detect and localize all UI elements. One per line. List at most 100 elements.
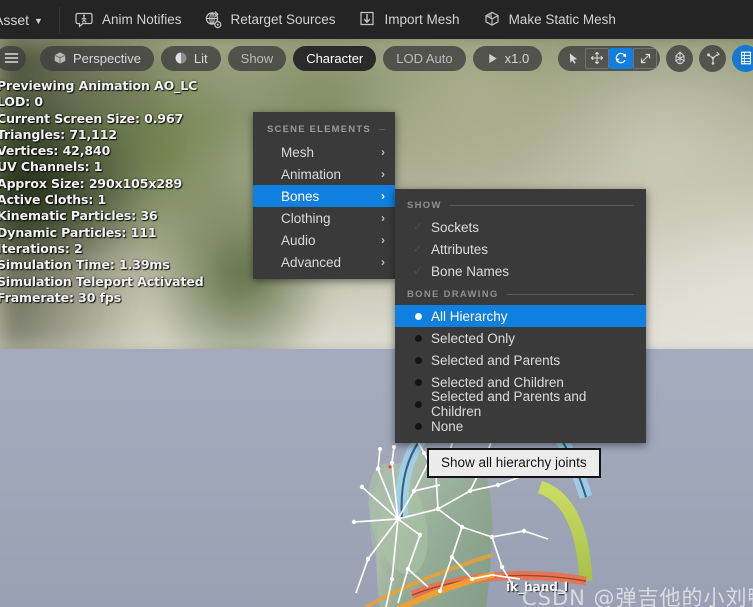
submenu-item-label: Selected and Parents and Children	[431, 389, 587, 419]
stat-line: Kinematic Particles: 36	[0, 208, 158, 224]
stat-line: Framerate: 30 fps	[0, 289, 122, 305]
chevron-right-icon: ›	[381, 211, 385, 225]
stat-line: Simulation Time: 1.39ms	[0, 257, 170, 273]
submenu-item-selected-only[interactable]: Selected Only	[395, 327, 646, 349]
menu-item-bones[interactable]: Bones ›	[253, 185, 395, 207]
submenu-item-all-hierarchy[interactable]: All Hierarchy	[395, 305, 646, 327]
submenu-item-label: Selected and Children	[431, 374, 564, 390]
stat-line: Iterations: 2	[0, 240, 83, 256]
bone-drawing-section-header: BONE DRAWING	[395, 282, 646, 305]
select-cursor-tool-icon[interactable]	[561, 48, 585, 69]
stat-line: Active Cloths: 1	[0, 192, 107, 208]
menu-item-animation[interactable]: Animation ›	[253, 163, 395, 185]
menu-item-audio[interactable]: Audio ›	[253, 229, 395, 251]
viewport-show-label: Show	[240, 50, 274, 66]
asset-menu-button[interactable]: Asset ▼	[0, 0, 57, 39]
menu-item-label: Mesh	[281, 144, 315, 160]
submenu-item-label: None	[431, 418, 464, 434]
bones-submenu: SHOW ✓ Sockets ✓ Attributes ✓ Bone Names…	[395, 189, 646, 443]
radio-icon	[407, 356, 429, 364]
menu-item-label: Animation	[281, 166, 342, 182]
move-translate-tool-icon[interactable]	[585, 47, 609, 69]
checkmark-icon: ✓	[412, 219, 424, 234]
anim-notifies-icon	[75, 10, 95, 30]
viewport-character-button[interactable]: Character	[293, 45, 377, 71]
stat-line: Dynamic Particles: 111	[0, 224, 157, 240]
section-divider	[449, 205, 634, 206]
radio-icon	[407, 312, 429, 320]
viewport-toolbar: Perspective Lit Show Character LOD Auto …	[0, 39, 753, 77]
menu-item-advanced[interactable]: Advanced ›	[253, 251, 395, 273]
asset-menu-label: Asset	[0, 11, 30, 28]
stat-line: LOD: 0	[0, 94, 43, 110]
scene-elements-section-label: SCENE ELEMENTS	[267, 124, 371, 135]
import-mesh-button[interactable]: Import Mesh	[347, 0, 471, 39]
viewport-show-button[interactable]: Show	[227, 45, 287, 71]
submenu-item-attributes[interactable]: ✓ Attributes	[395, 238, 646, 260]
viewport-character-label: Character	[306, 50, 364, 66]
submenu-item-sockets[interactable]: ✓ Sockets	[395, 216, 646, 238]
cube-icon	[53, 51, 67, 65]
submenu-item-label: Selected and Parents	[431, 352, 561, 368]
rotate-tool-icon[interactable]	[609, 47, 633, 69]
submenu-item-label: Selected Only	[431, 330, 516, 346]
retarget-sources-label: Retarget Sources	[230, 12, 336, 27]
lit-sphere-icon	[174, 51, 188, 65]
viewport-lit-button[interactable]: Lit	[160, 45, 221, 71]
menu-item-mesh[interactable]: Mesh ›	[253, 141, 395, 163]
chevron-right-icon: ›	[381, 145, 385, 159]
anim-notifies-button[interactable]: Anim Notifies	[64, 0, 193, 39]
snap-surface-tool-icon[interactable]	[699, 44, 726, 72]
stat-line: Triangles: 71,112	[0, 126, 117, 142]
viewport-transform-tools	[558, 39, 753, 77]
scene-elements-section-header: SCENE ELEMENTS	[253, 117, 395, 141]
make-static-mesh-icon	[482, 10, 502, 30]
menu-item-label: Audio	[281, 232, 316, 248]
viewport-playrate-label: x1.0	[504, 50, 530, 66]
submenu-item-label: Bone Names	[431, 263, 510, 279]
viewport-lod-button[interactable]: LOD Auto	[383, 45, 466, 71]
hamburger-icon[interactable]	[0, 45, 26, 71]
stat-line: Previewing Animation AO_LC	[0, 78, 198, 93]
import-mesh-label: Import Mesh	[384, 12, 460, 27]
viewport[interactable]: ik_hand_l CSDN @弹吉他的小刘鸭 Perspective Lit …	[0, 39, 753, 607]
viewport-playrate-button[interactable]: x1.0	[472, 45, 543, 71]
chevron-right-icon: ›	[381, 189, 385, 203]
show-section-label: SHOW	[407, 200, 442, 211]
stat-line: Simulation Teleport Activated	[0, 273, 204, 289]
toolbar-divider	[58, 6, 60, 33]
viewport-lod-label: LOD Auto	[396, 50, 453, 66]
grid-snap-tool-icon[interactable]	[732, 44, 753, 72]
make-static-mesh-button[interactable]: Make Static Mesh	[471, 0, 627, 39]
section-divider	[506, 294, 634, 295]
submenu-item-bone-names[interactable]: ✓ Bone Names	[395, 260, 646, 282]
top-menu-bar: Asset ▼ Anim Notifies Retarget Sources I…	[0, 0, 753, 39]
import-mesh-icon	[358, 10, 378, 30]
stat-line: Approx Size: 290x105x289	[0, 175, 183, 191]
stat-line: Vertices: 42,840	[0, 143, 111, 159]
retarget-sources-button[interactable]: Retarget Sources	[192, 0, 346, 39]
chevron-right-icon: ›	[381, 233, 385, 247]
stat-line: Current Screen Size: 0.967	[0, 110, 184, 126]
submenu-item-selected-and-parents-and-children[interactable]: Selected and Parents and Children	[395, 389, 646, 419]
checkmark-icon: ✓	[412, 263, 424, 278]
watermark-text: CSDN @弹吉他的小刘鸭	[522, 586, 753, 607]
coordinate-space-tool-icon[interactable]	[666, 44, 693, 72]
submenu-item-selected-and-parents[interactable]: Selected and Parents	[395, 349, 646, 371]
viewport-lit-label: Lit	[193, 50, 208, 66]
tooltip: Show all hierarchy joints	[427, 448, 601, 478]
chevron-right-icon: ›	[381, 255, 385, 269]
viewport-perspective-button[interactable]: Perspective	[40, 45, 154, 71]
tooltip-text: Show all hierarchy joints	[441, 455, 587, 470]
submenu-item-label: Sockets	[431, 219, 480, 235]
scale-tool-icon[interactable]	[633, 47, 657, 69]
radio-icon	[407, 334, 429, 342]
menu-item-clothing[interactable]: Clothing ›	[253, 207, 395, 229]
menu-item-label: Bones	[281, 188, 320, 204]
radio-icon	[407, 378, 429, 386]
viewport-perspective-label: Perspective	[73, 50, 141, 66]
retarget-sources-icon	[203, 10, 223, 30]
chevron-down-icon: ▼	[34, 15, 43, 26]
viewport-stats-overlay: Previewing Animation AO_LC LOD: 0 Curren…	[0, 78, 204, 306]
chevron-right-icon: ›	[381, 167, 385, 181]
